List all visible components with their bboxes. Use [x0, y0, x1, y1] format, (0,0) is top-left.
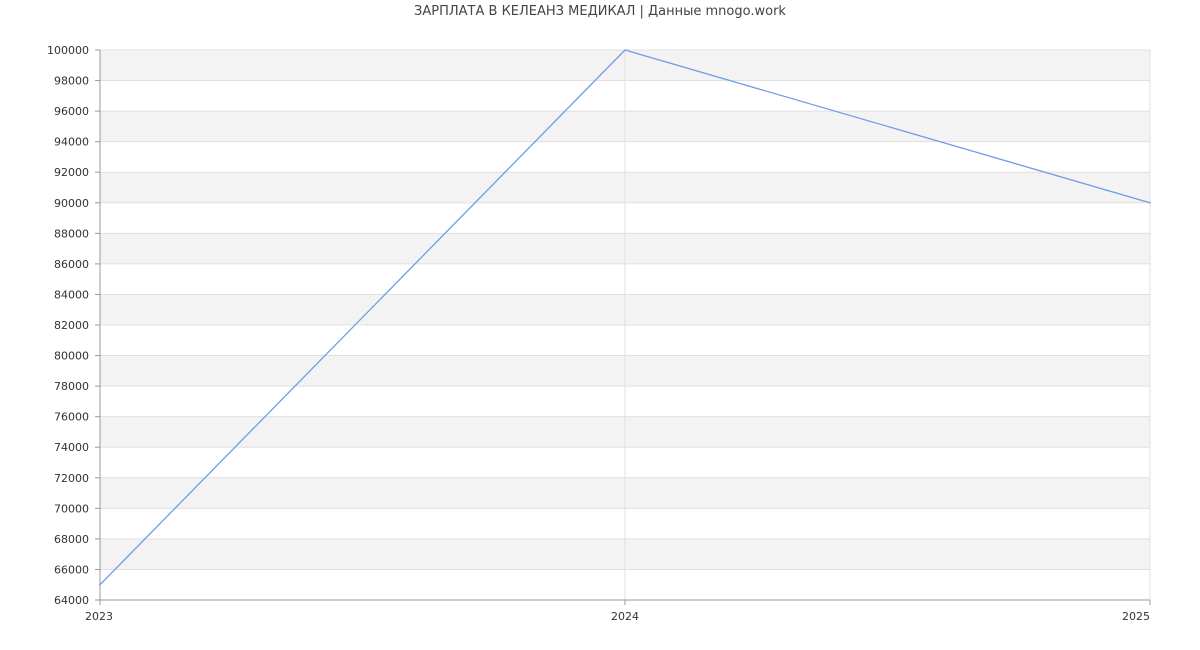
- y-tick-label: 70000: [54, 502, 89, 515]
- y-tick-label: 76000: [54, 411, 89, 424]
- x-tick-label: 2025: [1122, 610, 1150, 623]
- line-chart: 64000 66000 68000 70000 72000 74000 76000 78000…: [47, 44, 1151, 623]
- y-tick-label: 66000: [54, 563, 89, 576]
- x-axis-ticks: 2023 2024 2025: [85, 600, 1151, 623]
- y-axis-ticks: 64000 66000 68000 70000 72000 74000 76000 78000…: [47, 44, 100, 607]
- y-tick-label: 96000: [54, 105, 89, 118]
- y-tick-label: 78000: [54, 380, 89, 393]
- y-tick-label: 72000: [54, 472, 89, 485]
- x-tick-label: 2024: [611, 610, 639, 623]
- y-tick-label: 98000: [54, 75, 89, 88]
- y-tick-label: 94000: [54, 136, 89, 149]
- y-tick-label: 84000: [54, 288, 89, 301]
- y-tick-label: 92000: [54, 166, 89, 179]
- data-point: [99, 583, 101, 586]
- y-tick-label: 86000: [54, 258, 89, 271]
- y-tick-label: 68000: [54, 533, 89, 546]
- x-tick-label: 2023: [85, 610, 113, 623]
- y-tick-label: 80000: [54, 350, 89, 363]
- y-tick-label: 82000: [54, 319, 89, 332]
- data-point: [624, 49, 626, 51]
- y-tick-label: 90000: [54, 197, 89, 210]
- y-tick-label: 100000: [47, 44, 89, 57]
- y-tick-label: 64000: [54, 594, 89, 607]
- y-tick-label: 88000: [54, 227, 89, 240]
- data-point: [1149, 201, 1151, 204]
- y-tick-label: 74000: [54, 441, 89, 454]
